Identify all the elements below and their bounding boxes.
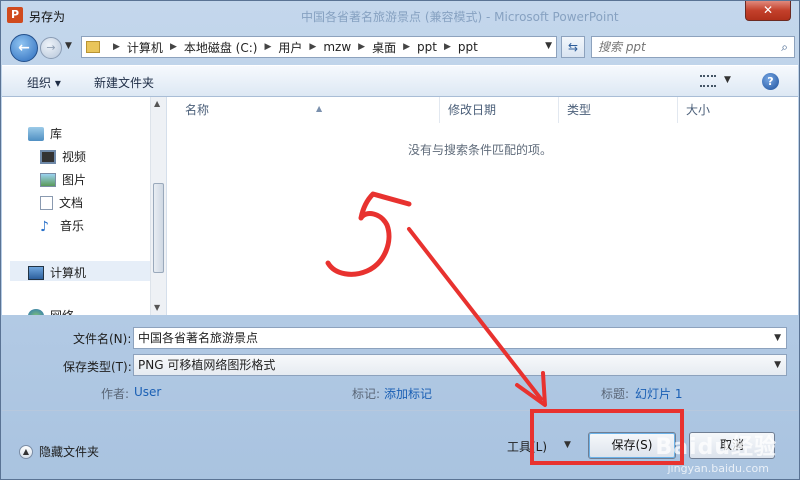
- new-folder-button[interactable]: 新建文件夹: [94, 74, 154, 91]
- address-bar[interactable]: ▶ 计算机 ▶ 本地磁盘 (C:) ▶ 用户 ▶ mzw ▶ 桌面 ▶ ppt …: [81, 36, 557, 58]
- breadcrumb-separator-icon[interactable]: ▶: [444, 42, 451, 52]
- nav-item-pictures[interactable]: 图片: [40, 171, 86, 188]
- breadcrumb-separator-icon[interactable]: ▶: [264, 42, 271, 52]
- column-header-date[interactable]: 修改日期: [440, 97, 559, 123]
- column-header-type[interactable]: 类型: [559, 97, 678, 123]
- breadcrumb-ppt[interactable]: ppt: [417, 40, 437, 54]
- column-header-label: 名称: [185, 103, 210, 117]
- view-dropdown-icon[interactable]: ▼: [724, 75, 731, 85]
- breadcrumb-separator-icon[interactable]: ▶: [309, 42, 316, 52]
- nav-item-videos[interactable]: 视频: [40, 148, 86, 165]
- background-window-title: 中国各省著名旅游景点 (兼容模式) - Microsoft PowerPoint: [301, 10, 619, 24]
- tools-button[interactable]: 工具(L): [507, 438, 547, 455]
- watermark-url: jingyan.baidu.com: [667, 462, 769, 475]
- filename-dropdown-icon[interactable]: ▼: [774, 328, 781, 348]
- breadcrumb-mzw[interactable]: mzw: [323, 40, 351, 54]
- folder-icon: [86, 41, 100, 53]
- scrollbar-thumb[interactable]: [153, 183, 164, 273]
- nav-item-computer[interactable]: 计算机: [28, 264, 86, 281]
- author-value[interactable]: User: [134, 385, 161, 399]
- breadcrumb-separator-icon[interactable]: ▶: [113, 42, 120, 52]
- back-button[interactable]: ←: [10, 34, 38, 62]
- nav-item-label: 库: [50, 127, 63, 141]
- author-label: 作者:: [101, 387, 130, 401]
- breadcrumb-separator-icon[interactable]: ▶: [358, 42, 365, 52]
- breadcrumb-desktop[interactable]: 桌面: [372, 39, 396, 56]
- nav-item-label: 计算机: [50, 266, 87, 280]
- nav-item-music[interactable]: ♪ 音乐: [40, 217, 85, 235]
- hide-folders-label: 隐藏文件夹: [39, 445, 100, 459]
- hide-folders-button[interactable]: ▲ 隐藏文件夹: [19, 443, 99, 460]
- nav-item-label: 视频: [62, 150, 87, 164]
- annotation-arrow-head: [515, 371, 547, 407]
- address-dropdown-icon[interactable]: ▼: [545, 41, 552, 51]
- tools-dropdown-icon[interactable]: ▼: [564, 440, 571, 450]
- scroll-down-icon[interactable]: ▼: [154, 303, 160, 312]
- picture-icon: [40, 172, 56, 187]
- network-icon: [28, 308, 44, 315]
- empty-folder-message: 没有与搜索条件匹配的项。: [408, 143, 553, 157]
- sort-up-icon: ▲: [316, 104, 323, 113]
- command-toolbar: 组织 ▾ 新建文件夹 ▼ ?: [2, 65, 798, 97]
- file-list[interactable]: 名称 ▲ 修改日期 类型 大小 没有与搜索条件匹配的项。: [167, 97, 798, 315]
- breadcrumb-computer[interactable]: 计算机: [127, 39, 163, 56]
- tags-value[interactable]: 添加标记: [384, 385, 432, 402]
- dialog-title: 另存为: [29, 10, 66, 24]
- view-options-icon[interactable]: [700, 75, 716, 87]
- watermark-logo: Baidu经验: [655, 435, 777, 460]
- title-label: 标题:: [601, 387, 630, 401]
- save-as-dialog: P 另存为 中国各省著名旅游景点 (兼容模式) - Microsoft Powe…: [0, 0, 800, 480]
- nav-item-label: 文档: [59, 196, 84, 210]
- breadcrumb-separator-icon[interactable]: ▶: [403, 42, 410, 52]
- column-header-size[interactable]: 大小: [678, 97, 758, 123]
- nav-item-documents[interactable]: 文档: [40, 194, 83, 211]
- nav-item-label: 音乐: [60, 219, 85, 233]
- title-value[interactable]: 幻灯片 1: [635, 385, 682, 402]
- save-type-value: PNG 可移植网络图形格式: [138, 358, 276, 372]
- scroll-up-icon[interactable]: ▲: [154, 99, 160, 108]
- refresh-button[interactable]: ⇆: [561, 36, 585, 58]
- music-icon: ♪: [40, 218, 49, 235]
- footer-divider: [2, 410, 798, 411]
- close-button[interactable]: ✕: [745, 1, 791, 21]
- nav-item-label: 图片: [62, 173, 87, 187]
- search-box[interactable]: ⌕: [591, 36, 795, 58]
- save-type-label: 保存类型(T):: [63, 360, 132, 374]
- nav-item-library[interactable]: 库: [28, 125, 62, 142]
- filename-value[interactable]: 中国各省著名旅游景点: [138, 331, 258, 345]
- organize-button[interactable]: 组织 ▾: [27, 74, 61, 91]
- document-icon: [40, 195, 53, 210]
- help-icon[interactable]: ?: [762, 73, 779, 90]
- breadcrumb-separator-icon[interactable]: ▶: [170, 42, 177, 52]
- library-icon: [28, 126, 44, 141]
- forward-button[interactable]: →: [40, 37, 62, 59]
- title-bar: P 另存为 中国各省著名旅游景点 (兼容模式) - Microsoft Powe…: [1, 1, 799, 31]
- breadcrumb-users[interactable]: 用户: [278, 39, 302, 56]
- save-type-select[interactable]: PNG 可移植网络图形格式 ▼: [133, 354, 787, 376]
- computer-icon: [28, 265, 44, 280]
- powerpoint-icon: P: [7, 7, 23, 23]
- column-header-name[interactable]: 名称 ▲: [177, 97, 440, 123]
- filename-label: 文件名(N):: [73, 332, 132, 346]
- breadcrumb-ppt-current[interactable]: ppt: [458, 40, 478, 54]
- search-icon[interactable]: ⌕: [781, 40, 788, 55]
- nav-item-label: 网络: [50, 307, 74, 315]
- navigation-pane: 库 视频 图片 文档 ♪ 音乐 计算机 网络 ▲ ▼: [2, 97, 167, 315]
- breadcrumb-local-disk[interactable]: 本地磁盘 (C:): [184, 39, 258, 56]
- search-input[interactable]: [592, 37, 762, 57]
- filename-field[interactable]: 中国各省著名旅游景点 ▼: [133, 327, 787, 349]
- nav-item-network[interactable]: 网络: [28, 307, 74, 315]
- nav-scrollbar[interactable]: ▲ ▼: [150, 97, 166, 315]
- tags-label: 标记:: [352, 387, 381, 401]
- collapse-up-icon: ▲: [19, 444, 33, 459]
- video-icon: [40, 149, 56, 164]
- save-type-dropdown-icon[interactable]: ▼: [774, 355, 781, 375]
- recent-pages-dropdown-icon[interactable]: ▼: [65, 41, 72, 51]
